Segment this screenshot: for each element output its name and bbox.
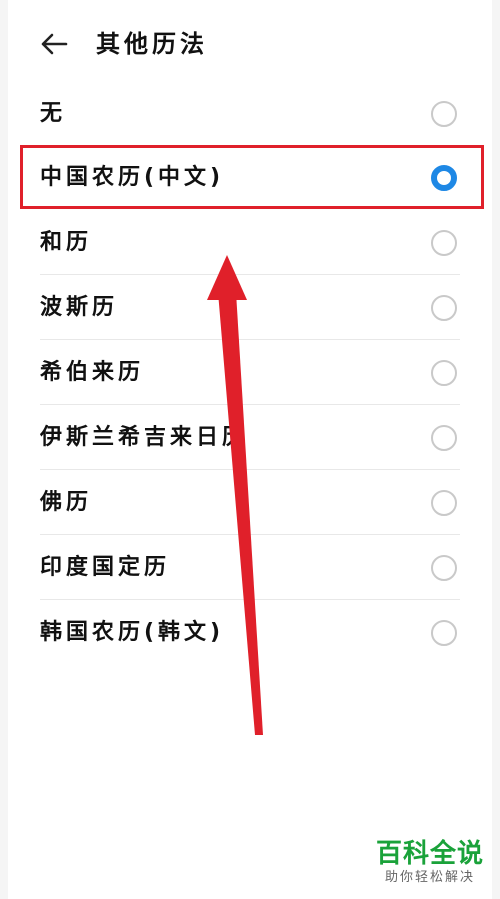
radio-button[interactable] [431, 490, 457, 516]
option-hebrew[interactable]: 希伯来历 [8, 341, 492, 405]
option-label: 和历 [40, 230, 93, 255]
divider [40, 274, 460, 275]
divider [40, 599, 460, 600]
option-label: 伊斯兰希吉来日历 [40, 425, 249, 450]
annotation-highlight-box [20, 145, 484, 209]
radio-button[interactable] [431, 101, 457, 127]
divider [40, 404, 460, 405]
option-none[interactable]: 无 [8, 82, 492, 146]
option-korean-lunar[interactable]: 韩国农历(韩文) [8, 601, 492, 665]
back-button[interactable] [36, 26, 72, 62]
settings-screen: 其他历法 无 中国农历(中文) 和历 波斯历 希伯来历 伊斯兰希吉来日历 佛历 … [8, 0, 492, 899]
option-persian[interactable]: 波斯历 [8, 276, 492, 340]
radio-button[interactable] [431, 295, 457, 321]
arrow-left-icon [41, 33, 68, 55]
option-indian-national[interactable]: 印度国定历 [8, 536, 492, 600]
option-label: 波斯历 [40, 295, 119, 320]
page-title: 其他历法 [96, 30, 208, 58]
option-buddhist[interactable]: 佛历 [8, 471, 492, 535]
option-label: 韩国农历(韩文) [40, 620, 225, 645]
option-label: 无 [40, 101, 67, 126]
divider [40, 534, 460, 535]
divider [40, 469, 460, 470]
watermark-subtitle: 助你轻松解决 [384, 870, 475, 885]
option-japanese[interactable]: 和历 [8, 211, 492, 275]
option-islamic[interactable]: 伊斯兰希吉来日历 [8, 406, 492, 470]
radio-button[interactable] [431, 360, 457, 386]
divider [40, 339, 460, 340]
option-label: 希伯来历 [40, 360, 145, 385]
radio-button[interactable] [431, 620, 457, 646]
header: 其他历法 [8, 0, 492, 86]
option-label: 印度国定历 [40, 555, 171, 580]
radio-button[interactable] [431, 230, 457, 256]
radio-button[interactable] [431, 555, 457, 581]
option-label: 佛历 [40, 490, 93, 515]
radio-button[interactable] [431, 425, 457, 451]
watermark-logo: 百科全说 助你轻松解决 [376, 839, 484, 887]
watermark-title: 百科全说 [375, 839, 484, 869]
